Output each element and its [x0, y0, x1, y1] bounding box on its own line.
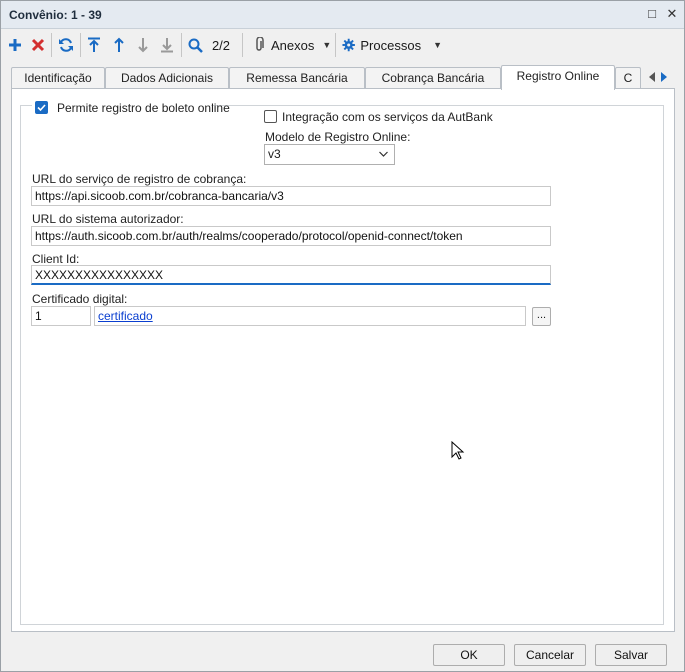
next-record-button[interactable]: [134, 34, 152, 56]
cancel-button[interactable]: Cancelar: [514, 644, 586, 666]
tab-identificacao[interactable]: Identificação: [11, 67, 105, 89]
dropdown-caret-icon: ▼: [322, 40, 332, 50]
last-record-button[interactable]: [158, 34, 176, 56]
tab-strip: Identificação Dados Adicionais Remessa B…: [11, 65, 675, 90]
previous-record-button[interactable]: [110, 34, 128, 56]
processes-dropdown[interactable]: Processos ▼: [342, 34, 442, 56]
first-record-button[interactable]: [85, 34, 103, 56]
tab-scroll-buttons: [643, 67, 673, 87]
paperclip-icon: [256, 37, 264, 51]
refresh-icon: [59, 38, 73, 52]
arrow-down-icon: [138, 38, 148, 53]
restore-button[interactable]: □: [644, 6, 660, 22]
integracao-autbank-checkbox[interactable]: [264, 110, 277, 123]
toolbar: 2/2 Anexos ▼ Processos ▼: [1, 30, 684, 60]
client-id-label: Client Id:: [32, 252, 80, 266]
arrow-first-icon: [88, 37, 100, 52]
toolbar-separator: [335, 33, 336, 57]
url-cobranca-label: URL do serviço de registro de cobrança:: [32, 172, 247, 186]
mouse-cursor-icon: [451, 441, 465, 460]
toolbar-separator: [181, 33, 182, 57]
permite-registro-label: Permite registro de boleto online: [57, 101, 230, 115]
modelo-registro-label: Modelo de Registro Online:: [265, 130, 411, 144]
tab-dados-adicionais[interactable]: Dados Adicionais: [105, 67, 229, 89]
arrow-up-icon: [114, 37, 124, 52]
search-button[interactable]: [186, 34, 204, 56]
title-bar: Convênio: 1 - 39 □ ✕: [1, 1, 684, 29]
certificado-browse-button[interactable]: ...: [532, 307, 551, 326]
modelo-registro-select[interactable]: v3: [264, 144, 395, 165]
scroll-right-icon[interactable]: [659, 71, 669, 83]
x-icon: [31, 38, 45, 52]
delete-button[interactable]: [29, 34, 47, 56]
attachments-dropdown[interactable]: Anexos ▼: [253, 34, 333, 56]
url-autorizador-field[interactable]: https://auth.sicoob.com.br/auth/realms/c…: [31, 226, 551, 246]
certificado-label: Certificado digital:: [32, 292, 128, 306]
group-header: Permite registro de boleto online: [32, 100, 230, 116]
window-title: Convênio: 1 - 39: [9, 8, 102, 22]
tab-panel: Permite registro de boleto online Integr…: [11, 88, 675, 632]
tab-cobranca-bancaria[interactable]: Cobrança Bancária: [365, 67, 501, 89]
modelo-registro-value: v3: [268, 147, 281, 161]
permite-registro-checkbox[interactable]: [35, 101, 48, 114]
tab-remessa-bancaria[interactable]: Remessa Bancária: [229, 67, 365, 89]
add-button[interactable]: [6, 34, 24, 56]
gear-icon: [342, 38, 355, 52]
processes-label: Processos: [360, 37, 422, 53]
tab-overflow[interactable]: C: [615, 67, 641, 89]
toolbar-separator: [80, 33, 81, 57]
close-button[interactable]: ✕: [664, 6, 680, 22]
toolbar-separator: [242, 33, 243, 57]
refresh-button[interactable]: [56, 34, 76, 56]
integracao-autbank-label: Integração com os serviços da AutBank: [282, 110, 493, 124]
checkmark-icon: [37, 104, 46, 112]
dropdown-caret-icon: ▼: [433, 40, 442, 50]
url-cobranca-field[interactable]: https://api.sicoob.com.br/cobranca-banca…: [31, 186, 551, 206]
dialog-window: Convênio: 1 - 39 □ ✕ 2/2 Anexos ▼ Proces…: [0, 0, 685, 672]
toolbar-separator: [51, 33, 52, 57]
attachments-label: Anexos: [271, 37, 315, 53]
search-icon: [188, 38, 203, 53]
arrow-last-icon: [161, 38, 173, 53]
certificado-link-field: certificado: [94, 306, 526, 326]
save-button[interactable]: Salvar: [595, 644, 667, 666]
scroll-left-icon[interactable]: [647, 71, 657, 83]
ok-button[interactable]: OK: [433, 644, 505, 666]
plus-icon: [9, 39, 21, 51]
record-position: 2/2: [208, 34, 234, 56]
tab-registro-online[interactable]: Registro Online: [501, 65, 615, 90]
certificado-link[interactable]: certificado: [98, 309, 153, 323]
chevron-down-icon: [379, 151, 388, 157]
record-position-text: 2/2: [211, 37, 231, 53]
client-id-field[interactable]: XXXXXXXXXXXXXXXX: [31, 265, 551, 285]
certificado-code-field[interactable]: 1: [31, 306, 91, 326]
url-autorizador-label: URL do sistema autorizador:: [32, 212, 184, 226]
